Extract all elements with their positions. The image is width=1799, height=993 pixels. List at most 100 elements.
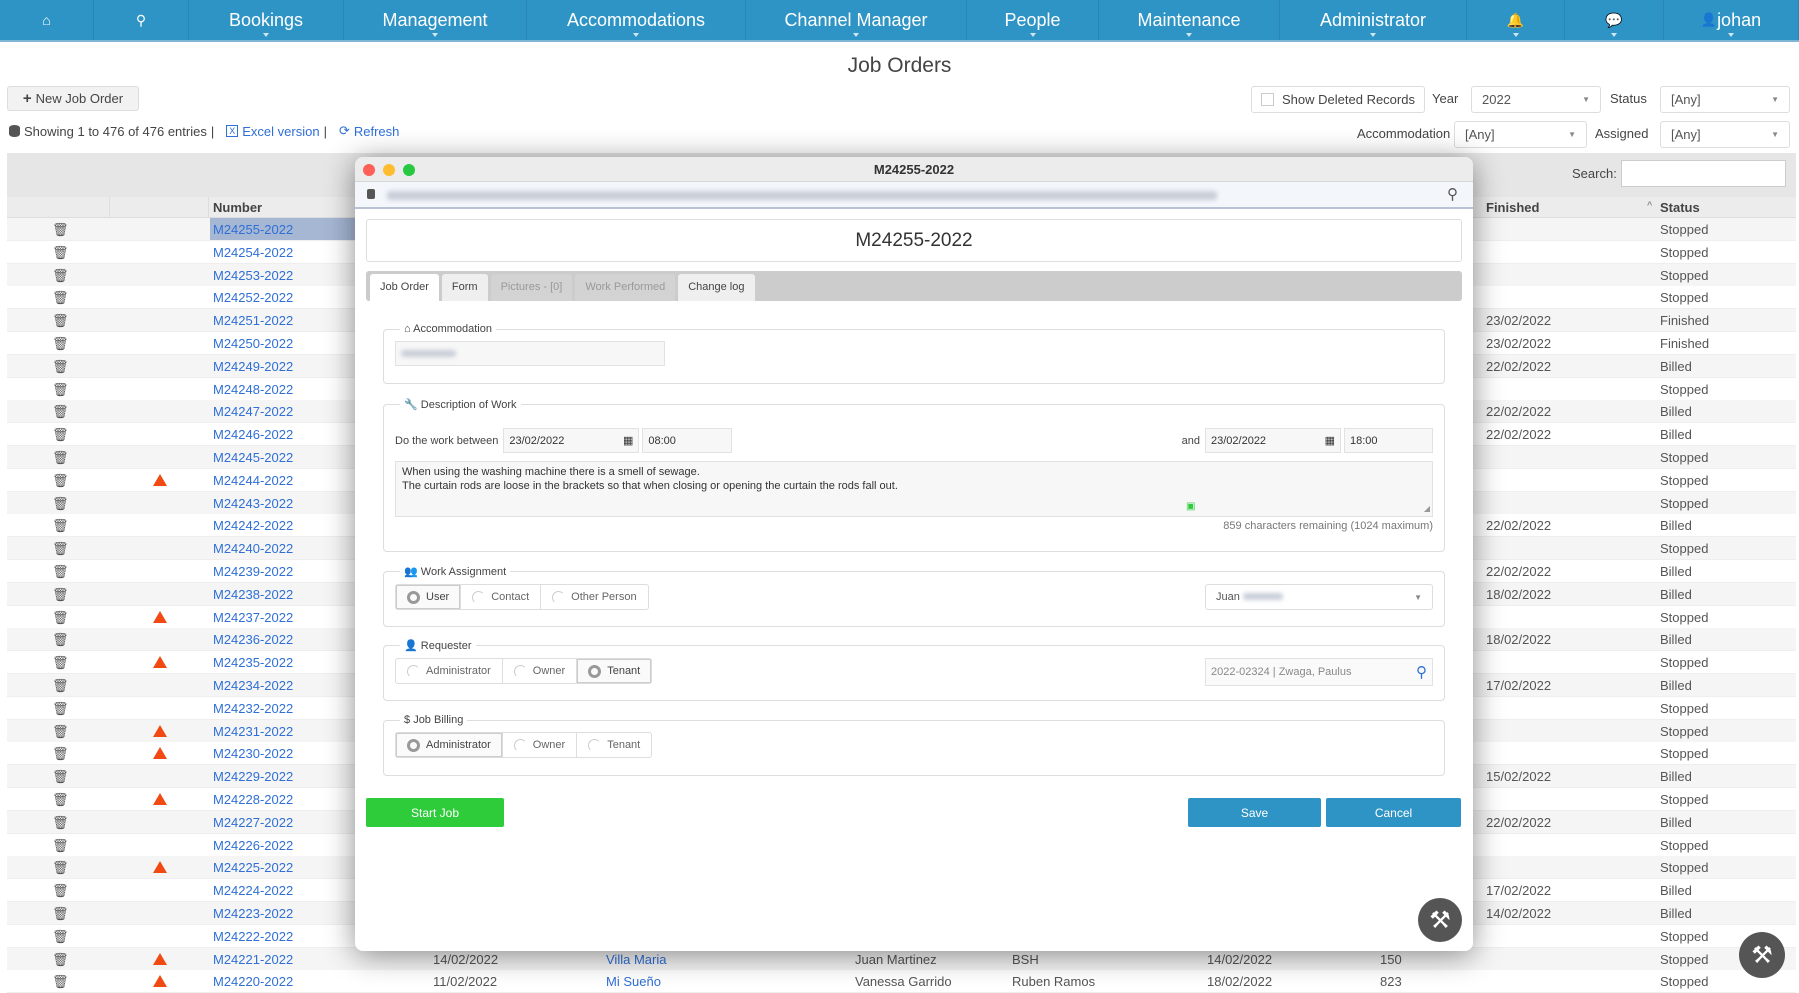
job-number-link[interactable]: M24234-2022 bbox=[213, 678, 293, 693]
tab-job-order[interactable]: Job Order bbox=[370, 274, 439, 301]
job-number-link[interactable]: M24221-2022 bbox=[213, 952, 293, 967]
job-number-link[interactable]: M24223-2022 bbox=[213, 906, 293, 921]
radio-billing-administrator[interactable]: Administrator bbox=[396, 733, 503, 757]
translate-icon[interactable]: ▣ bbox=[1186, 500, 1195, 514]
nav-item-search[interactable]: ⚲ bbox=[94, 0, 189, 40]
trash-icon[interactable]: 🗑 bbox=[52, 473, 69, 489]
calendar-icon[interactable]: ▦ bbox=[623, 434, 633, 447]
new-job-order-button[interactable]: + New Job Order bbox=[7, 86, 139, 111]
trash-icon[interactable]: 🗑 bbox=[52, 313, 69, 329]
trash-icon[interactable]: 🗑 bbox=[52, 427, 69, 443]
trash-icon[interactable]: 🗑 bbox=[52, 952, 69, 968]
job-number-link[interactable]: M24220-2022 bbox=[213, 974, 293, 989]
radio-billing-tenant[interactable]: Tenant bbox=[577, 733, 651, 757]
refresh-link[interactable]: Refresh bbox=[354, 124, 400, 139]
tab-form[interactable]: Form bbox=[441, 274, 488, 301]
job-number-link[interactable]: M24236-2022 bbox=[213, 632, 293, 647]
trash-icon[interactable]: 🗑 bbox=[52, 815, 69, 831]
job-number-link[interactable]: M24226-2022 bbox=[213, 838, 293, 853]
cell-accommodation[interactable]: Villa Maria bbox=[606, 952, 666, 967]
trash-icon[interactable]: 🗑 bbox=[52, 564, 69, 580]
job-number-link[interactable]: M24240-2022 bbox=[213, 541, 293, 556]
trash-icon[interactable]: 🗑 bbox=[52, 746, 69, 762]
trash-icon[interactable]: 🗑 bbox=[52, 701, 69, 717]
trash-icon[interactable]: 🗑 bbox=[52, 359, 69, 375]
job-number-link[interactable]: M24228-2022 bbox=[213, 792, 293, 807]
nav-item-home[interactable]: ⌂ bbox=[0, 0, 94, 40]
nav-item-management[interactable]: Management bbox=[344, 0, 527, 40]
nav-item-chat[interactable]: 💬 bbox=[1565, 0, 1664, 40]
trash-icon[interactable]: 🗑 bbox=[52, 587, 69, 603]
column-status[interactable]: Status bbox=[1660, 200, 1700, 215]
radio-requester-owner[interactable]: Owner bbox=[503, 659, 578, 683]
radio-requester-tenant[interactable]: Tenant bbox=[577, 659, 652, 683]
job-number-link[interactable]: M24242-2022 bbox=[213, 518, 293, 533]
trash-icon[interactable]: 🗑 bbox=[52, 929, 69, 945]
trash-icon[interactable]: 🗑 bbox=[52, 404, 69, 420]
assigned-select[interactable]: [Any] ▼ bbox=[1660, 121, 1790, 148]
requester-field[interactable]: 2022-02324 | Zwaga, Paulus ⚲ bbox=[1205, 658, 1433, 686]
trash-icon[interactable]: 🗑 bbox=[52, 655, 69, 671]
close-window-button[interactable] bbox=[363, 164, 375, 176]
job-number-link[interactable]: M24250-2022 bbox=[213, 336, 293, 351]
nav-item-bookings[interactable]: Bookings bbox=[189, 0, 344, 40]
job-number-link[interactable]: M24230-2022 bbox=[213, 746, 293, 761]
trash-icon[interactable]: 🗑 bbox=[52, 222, 69, 238]
trash-icon[interactable]: 🗑 bbox=[52, 632, 69, 648]
job-number-link[interactable]: M24244-2022 bbox=[213, 473, 293, 488]
trash-icon[interactable]: 🗑 bbox=[52, 860, 69, 876]
zoom-icon[interactable]: ⚲ bbox=[1447, 185, 1458, 203]
excel-link[interactable]: Excel version bbox=[242, 124, 319, 139]
nav-item-people[interactable]: People bbox=[967, 0, 1099, 40]
accommodation-select[interactable]: [Any] ▼ bbox=[1454, 121, 1587, 148]
trash-icon[interactable]: 🗑 bbox=[52, 883, 69, 899]
save-button[interactable]: Save bbox=[1188, 798, 1321, 827]
end-time-input[interactable]: 18:00 bbox=[1344, 428, 1433, 453]
search-icon[interactable]: ⚲ bbox=[1416, 663, 1427, 681]
job-number-link[interactable]: M24252-2022 bbox=[213, 290, 293, 305]
nav-item-accommodations[interactable]: Accommodations bbox=[527, 0, 746, 40]
year-select[interactable]: 2022 ▼ bbox=[1471, 86, 1601, 113]
job-number-link[interactable]: M24224-2022 bbox=[213, 883, 293, 898]
trash-icon[interactable]: 🗑 bbox=[52, 290, 69, 306]
job-number-link[interactable]: M24249-2022 bbox=[213, 359, 293, 374]
trash-icon[interactable]: 🗑 bbox=[52, 541, 69, 557]
nav-item-channel-manager[interactable]: Channel Manager bbox=[746, 0, 967, 40]
start-job-button[interactable]: Start Job bbox=[366, 798, 504, 827]
start-time-input[interactable]: 08:00 bbox=[642, 428, 733, 453]
description-textarea[interactable]: When using the washing machine there is … bbox=[395, 461, 1433, 517]
job-number-link[interactable]: M24247-2022 bbox=[213, 404, 293, 419]
resize-handle[interactable]: ◢ bbox=[1424, 502, 1430, 516]
radio-assignment-other-person[interactable]: Other Person bbox=[541, 585, 647, 609]
job-number-link[interactable]: M24248-2022 bbox=[213, 382, 293, 397]
trash-icon[interactable]: 🗑 bbox=[52, 974, 69, 990]
nav-item-maintenance[interactable]: Maintenance bbox=[1099, 0, 1280, 40]
job-number-link[interactable]: M24225-2022 bbox=[213, 860, 293, 875]
job-number-link[interactable]: M24235-2022 bbox=[213, 655, 293, 670]
maximize-window-button[interactable] bbox=[403, 164, 415, 176]
job-number-link[interactable]: M24253-2022 bbox=[213, 268, 293, 283]
job-number-link[interactable]: M24245-2022 bbox=[213, 450, 293, 465]
nav-item-administrator[interactable]: Administrator bbox=[1280, 0, 1467, 40]
job-number-link[interactable]: M24222-2022 bbox=[213, 929, 293, 944]
search-input[interactable] bbox=[1621, 160, 1786, 187]
trash-icon[interactable]: 🗑 bbox=[52, 792, 69, 808]
column-number[interactable]: Number bbox=[213, 200, 262, 215]
radio-requester-administrator[interactable]: Administrator bbox=[396, 659, 503, 683]
job-number-link[interactable]: M24243-2022 bbox=[213, 496, 293, 511]
checkbox[interactable] bbox=[1261, 93, 1275, 106]
table-row[interactable]: 🗑 M24221-2022 14/02/2022 Villa Maria Juan Ma… bbox=[7, 947, 1796, 971]
cell-accommodation[interactable]: Mi Sueño bbox=[606, 974, 661, 989]
job-number-link[interactable]: M24231-2022 bbox=[213, 724, 293, 739]
cancel-button[interactable]: Cancel bbox=[1326, 798, 1461, 827]
job-number-link[interactable]: M24246-2022 bbox=[213, 427, 293, 442]
trash-icon[interactable]: 🗑 bbox=[52, 724, 69, 740]
minimize-window-button[interactable] bbox=[383, 164, 395, 176]
nav-item-johan[interactable]: 👤 johan bbox=[1664, 0, 1799, 40]
job-number-link[interactable]: M24251-2022 bbox=[213, 313, 293, 328]
tools-icon[interactable]: ⚒ bbox=[1418, 898, 1462, 942]
end-date-input[interactable]: 23/02/2022 ▦ bbox=[1205, 428, 1341, 453]
start-date-input[interactable]: 23/02/2022 ▦ bbox=[503, 428, 640, 453]
job-number-link[interactable]: M24237-2022 bbox=[213, 610, 293, 625]
job-number-link[interactable]: M24232-2022 bbox=[213, 701, 293, 716]
